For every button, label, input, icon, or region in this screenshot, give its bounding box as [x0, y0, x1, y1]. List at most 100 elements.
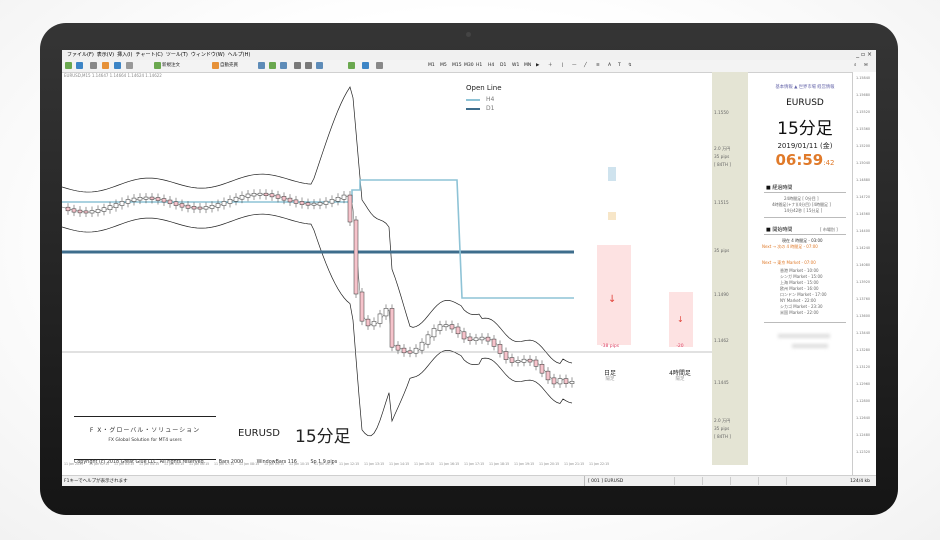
- panel-clock-time: 06:59: [775, 151, 824, 169]
- crosshair-icon[interactable]: ＋: [548, 62, 553, 70]
- time-tick: 11 Jan 14:15: [389, 462, 410, 466]
- level-marker: [608, 167, 616, 181]
- candle-body: [101, 207, 107, 212]
- time-tick: 11 Jan 05:15: [164, 462, 185, 466]
- search-icon[interactable]: ⌕: [854, 62, 857, 70]
- candle-body: [293, 199, 299, 204]
- status-bar: F1キーでヘルプが表示されます [ 001 ] EURUSD 124/4 kb: [62, 475, 876, 486]
- zoom-out-icon[interactable]: [305, 62, 312, 69]
- navigator-icon[interactable]: [114, 62, 121, 69]
- candle-body: [365, 318, 371, 327]
- candle-body: [131, 197, 137, 202]
- text-icon[interactable]: A: [608, 62, 611, 70]
- candle-body: [269, 193, 275, 198]
- time-tick: 11 Jan 10:15: [289, 462, 310, 466]
- candle-body: [203, 206, 209, 210]
- arrows-icon[interactable]: ↯: [628, 62, 632, 70]
- candle-body: [299, 201, 305, 205]
- level-pair2: [ 84TH ]: [714, 434, 731, 439]
- menu-item[interactable]: ツール(T): [166, 52, 188, 58]
- menu-item[interactable]: ヘルプ(H): [228, 52, 251, 58]
- candle-body: [311, 202, 317, 206]
- time-tick: 11 Jan 2019: [64, 462, 84, 466]
- menu-item[interactable]: 表示(V): [97, 52, 114, 58]
- cursor-icon[interactable]: ▶: [536, 62, 539, 70]
- auto-trade-button[interactable]: 自動売買: [220, 62, 238, 70]
- periods-icon[interactable]: [362, 62, 369, 69]
- candle-body: [431, 328, 437, 338]
- level-pips-mid: 35 pips: [714, 248, 730, 253]
- h4-sublabel: 陽足: [675, 377, 685, 382]
- panel-clock-seconds: :42: [823, 159, 835, 167]
- profiles-icon[interactable]: [76, 62, 83, 69]
- label-icon[interactable]: T: [618, 62, 621, 70]
- menu-item[interactable]: チャート(C): [136, 52, 163, 58]
- price-tick: 1.15520: [856, 110, 871, 114]
- timeframe-button[interactable]: M1: [428, 62, 435, 70]
- auto-trade-icon[interactable]: [212, 62, 219, 69]
- time-tick: 11 Jan 18:15: [489, 462, 510, 466]
- daily-pips: -38 pips: [600, 344, 620, 349]
- timeframe-button[interactable]: H4: [488, 62, 494, 70]
- panel-date: 2019/01/11 (金): [777, 142, 833, 150]
- new-order-icon[interactable]: [154, 62, 161, 69]
- price-tick: 1.13120: [856, 365, 871, 369]
- terminal-icon[interactable]: [126, 62, 133, 69]
- blurred-info: [778, 334, 830, 338]
- camera-dot: [466, 32, 471, 37]
- vertical-line-icon[interactable]: |: [562, 62, 564, 70]
- candle-body: [161, 198, 167, 203]
- candle-body: [491, 338, 497, 347]
- candle-body: [143, 196, 149, 200]
- panel-links[interactable]: 基本情報 ▲ 世界市場 経営情報: [758, 84, 852, 90]
- new-order-button[interactable]: 新規注文: [162, 62, 180, 70]
- elapsed-row: 14分42秒 [ 15分足 ]: [784, 208, 823, 213]
- price-tick: 1.15200: [856, 144, 871, 148]
- bar-chart-icon[interactable]: [258, 62, 265, 69]
- indicators-icon[interactable]: [348, 62, 355, 69]
- chat-icon[interactable]: ✉: [864, 62, 868, 70]
- status-cell: [786, 477, 815, 485]
- timeframe-button[interactable]: D1: [500, 62, 506, 70]
- tile-windows-icon[interactable]: [316, 62, 323, 69]
- divider: [764, 217, 846, 218]
- price-chart[interactable]: ↓↓: [62, 72, 876, 468]
- menu-item[interactable]: ウィンドウ(W): [191, 52, 225, 58]
- menu-item[interactable]: ファイル(F): [67, 52, 94, 58]
- level-price-b: 1.1490: [714, 292, 729, 297]
- blurred-info: [792, 344, 828, 348]
- candle-body: [563, 378, 569, 384]
- zoom-icon[interactable]: [90, 62, 97, 69]
- menu-item[interactable]: 挿入(I): [117, 52, 132, 58]
- timeframe-button[interactable]: M30: [464, 62, 474, 70]
- trendline-icon[interactable]: ╱: [584, 62, 587, 70]
- new-chart-icon[interactable]: [65, 62, 72, 69]
- price-tick: 1.14560: [856, 212, 871, 216]
- timeframe-button[interactable]: M15: [452, 62, 462, 70]
- candle-body: [383, 308, 389, 317]
- timeframe-button[interactable]: W1: [512, 62, 519, 70]
- status-cell: [730, 477, 759, 485]
- time-tick: 11 Jan 07:15: [214, 462, 235, 466]
- timeframe-button[interactable]: MN: [524, 62, 531, 70]
- horizontal-line-icon[interactable]: —: [572, 62, 577, 70]
- candle-body: [515, 360, 521, 363]
- candle-chart-icon[interactable]: [269, 62, 276, 69]
- window-controls[interactable]: _ ▫ ×: [856, 50, 872, 60]
- timeframe-button[interactable]: M5: [440, 62, 447, 70]
- brand-name-en: FX Global Solution for MT4 users: [108, 438, 182, 443]
- line-chart-icon[interactable]: [280, 62, 287, 69]
- candle-body: [473, 337, 479, 341]
- market-watch-icon[interactable]: [102, 62, 109, 69]
- candle-body: [545, 370, 551, 381]
- price-tick: 1.14240: [856, 246, 871, 250]
- time-tick: 11 Jan 13:15: [364, 462, 385, 466]
- panel-timeframe: 15分足: [777, 119, 833, 139]
- candle-body: [221, 201, 227, 206]
- fibonacci-icon[interactable]: ≡: [596, 62, 600, 70]
- price-tick: 1.12640: [856, 416, 871, 420]
- templates-icon[interactable]: [376, 62, 383, 69]
- candle-body: [497, 344, 503, 354]
- zoom-in-icon[interactable]: [294, 62, 301, 69]
- timeframe-button[interactable]: H1: [476, 62, 482, 70]
